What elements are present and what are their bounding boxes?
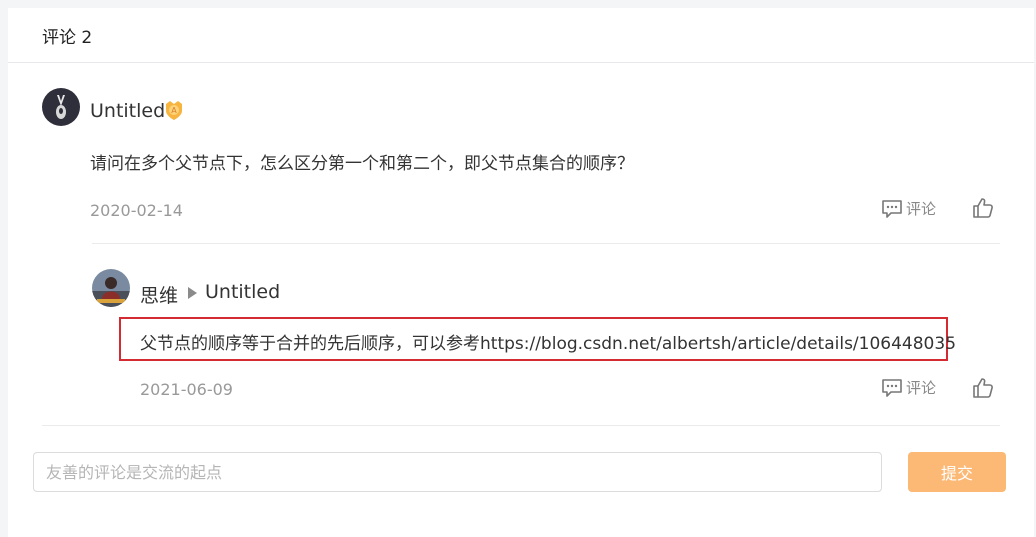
comment-reply-button[interactable]: 评论 bbox=[881, 198, 936, 219]
reply-username[interactable]: 思维 bbox=[140, 281, 178, 308]
comment-reply-label: 评论 bbox=[906, 200, 937, 218]
submit-button[interactable]: 提交 bbox=[908, 452, 1006, 492]
reply-date: 2021-06-09 bbox=[140, 380, 233, 399]
svg-text:A: A bbox=[171, 106, 177, 115]
reply-comment-label: 评论 bbox=[906, 379, 937, 397]
divider bbox=[42, 425, 1000, 426]
comment-text: 请问在多个父节点下，怎么区分第一个和第二个，即父节点集合的顺序？ bbox=[90, 154, 634, 174]
reply-avatar[interactable] bbox=[92, 269, 130, 307]
comment-username[interactable]: Untitled bbox=[90, 100, 165, 122]
reply-comment-button[interactable]: 评论 bbox=[881, 377, 936, 398]
medal-icon: A bbox=[163, 99, 185, 125]
reply-like-button[interactable] bbox=[972, 377, 994, 399]
thumbs-up-icon bbox=[972, 197, 994, 219]
comment-input[interactable] bbox=[33, 452, 882, 492]
reply-arrow-icon bbox=[188, 287, 197, 299]
reply-text: 父节点的顺序等于合并的先后顺序，可以参考https://blog.csdn.ne… bbox=[140, 334, 957, 354]
divider bbox=[92, 243, 1000, 244]
like-button[interactable] bbox=[972, 197, 994, 219]
reply-to-username[interactable]: Untitled bbox=[205, 281, 280, 303]
comment-date: 2020-02-14 bbox=[90, 201, 183, 220]
comment-header: 评论 2 bbox=[8, 8, 1034, 63]
comment-panel: 评论 2 Untitled A 请问在多个父节点下，怎么区分第一个和第二个，即父… bbox=[8, 8, 1034, 537]
thumbs-up-icon bbox=[972, 377, 994, 399]
message-icon bbox=[881, 199, 903, 219]
message-icon bbox=[881, 378, 903, 398]
comment-count-title: 评论 2 bbox=[42, 28, 93, 48]
avatar[interactable] bbox=[42, 88, 80, 126]
